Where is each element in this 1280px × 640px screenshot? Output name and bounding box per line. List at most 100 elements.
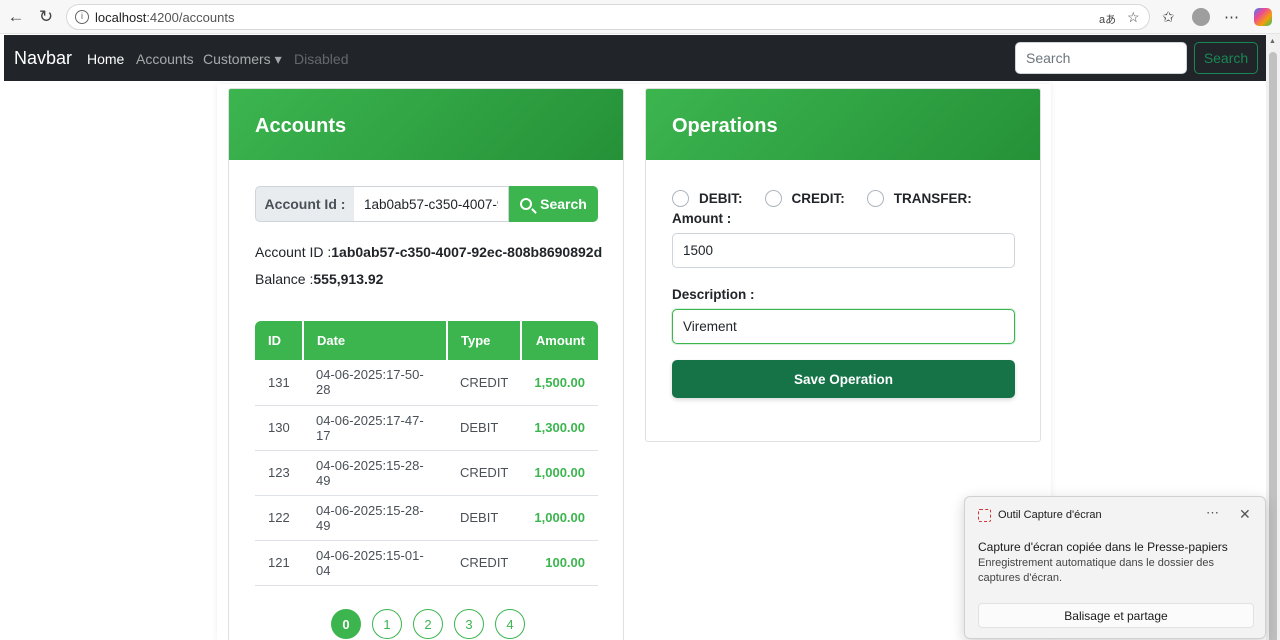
radio-debit-label: DEBIT: bbox=[699, 190, 743, 206]
snipping-tool-icon bbox=[978, 509, 991, 522]
back-icon[interactable]: ← bbox=[6, 7, 26, 27]
browser-toolbar: ← ↻ i localhost:4200/accounts aあ ☆ ✩ ⋯ bbox=[0, 0, 1280, 34]
notification-app-name: Outil Capture d'écran bbox=[998, 509, 1102, 521]
nav-link-home[interactable]: Home bbox=[87, 51, 124, 67]
search-icon bbox=[520, 198, 533, 210]
copilot-icon[interactable] bbox=[1254, 8, 1272, 26]
cell-amount: 1,500.00 bbox=[521, 360, 598, 406]
navbar-search-button[interactable]: Search bbox=[1194, 42, 1258, 74]
cell-type: DEBIT bbox=[446, 405, 522, 451]
cell-amount: 100.00 bbox=[521, 540, 598, 586]
notification-body: Enregistrement automatique dans le dossi… bbox=[978, 557, 1215, 584]
radio-debit[interactable]: DEBIT: bbox=[672, 189, 743, 207]
account-id-info: Account ID :1ab0ab57-c350-4007-92ec-808b… bbox=[255, 244, 602, 260]
cell-id: 130 bbox=[255, 405, 303, 451]
navbar-brand[interactable]: Navbar bbox=[14, 48, 72, 69]
column-header-id: ID bbox=[255, 321, 303, 360]
read-aloud-icon[interactable]: aあ bbox=[1099, 11, 1116, 27]
cell-date: 04-06-2025:17-50-28 bbox=[302, 360, 447, 406]
page-button-1[interactable]: 1 bbox=[372, 609, 402, 639]
cell-type: CREDIT bbox=[446, 450, 522, 496]
profile-avatar-icon[interactable] bbox=[1192, 8, 1210, 26]
nav-link-accounts[interactable]: Accounts bbox=[136, 51, 194, 67]
balance-label: Balance : bbox=[255, 271, 314, 287]
page-button-4[interactable]: 4 bbox=[495, 609, 525, 639]
markup-share-button[interactable]: Balisage et partage bbox=[978, 603, 1254, 628]
amount-label: Amount : bbox=[672, 211, 732, 226]
table-row: 130 04-06-2025:17-47-17 DEBIT 1,300.00 bbox=[255, 405, 598, 451]
url-host: localhost bbox=[95, 10, 147, 25]
account-search-group: Account Id : Search bbox=[255, 186, 598, 222]
column-header-date: Date bbox=[301, 321, 447, 360]
notification-close-icon[interactable]: ✕ bbox=[1239, 506, 1251, 523]
cell-date: 04-06-2025:17-47-17 bbox=[302, 405, 447, 451]
notification-title: Capture d'écran copiée dans le Presse-pa… bbox=[978, 540, 1228, 554]
cell-id: 121 bbox=[255, 540, 303, 586]
address-bar[interactable]: i localhost:4200/accounts aあ ☆ bbox=[66, 4, 1150, 30]
customers-label: Customers bbox=[203, 51, 271, 67]
navbar-search-input[interactable] bbox=[1015, 42, 1187, 74]
scroll-thumb[interactable] bbox=[1269, 52, 1277, 640]
url-path: :4200/accounts bbox=[146, 10, 235, 25]
reload-icon[interactable]: ↻ bbox=[36, 7, 56, 27]
table-row: 122 04-06-2025:15-28-49 DEBIT 1,000.00 bbox=[255, 495, 598, 541]
account-id-info-label: Account ID : bbox=[255, 244, 332, 260]
favorite-star-icon[interactable]: ☆ bbox=[1127, 9, 1140, 26]
amount-input[interactable] bbox=[672, 233, 1015, 268]
account-search-label: Search bbox=[540, 196, 587, 212]
table-row: 123 04-06-2025:15-28-49 CREDIT 1,000.00 bbox=[255, 450, 598, 496]
cell-date: 04-06-2025:15-28-49 bbox=[302, 495, 447, 541]
notification-more-icon[interactable]: ⋯ bbox=[1206, 505, 1219, 521]
radio-credit-label: CREDIT: bbox=[791, 190, 845, 206]
operations-table: ID Date Type Amount 131 04-06-2025:17-50… bbox=[255, 321, 598, 586]
radio-transfer-label: TRANSFER: bbox=[893, 190, 972, 206]
cell-date: 04-06-2025:15-28-49 bbox=[302, 450, 447, 496]
pagination: 0 1 2 3 4 bbox=[331, 609, 525, 639]
cell-amount: 1,000.00 bbox=[521, 450, 598, 496]
page-button-0[interactable]: 0 bbox=[331, 609, 361, 639]
table-row: 121 04-06-2025:15-01-04 CREDIT 100.00 bbox=[255, 540, 598, 586]
column-header-amount: Amount bbox=[520, 321, 598, 360]
page-button-3[interactable]: 3 bbox=[454, 609, 484, 639]
cell-amount: 1,000.00 bbox=[521, 495, 598, 541]
site-info-icon[interactable]: i bbox=[75, 10, 89, 24]
operation-type-group: DEBIT: CREDIT: TRANSFER: bbox=[672, 189, 994, 207]
balance-info: Balance :555,913.92 bbox=[255, 271, 383, 287]
favorites-icon[interactable]: ✩ bbox=[1162, 8, 1175, 26]
radio-transfer-circle[interactable] bbox=[866, 189, 884, 207]
cell-date: 04-06-2025:15-01-04 bbox=[302, 540, 447, 586]
description-input[interactable] bbox=[672, 309, 1015, 344]
radio-credit-circle[interactable] bbox=[764, 189, 782, 207]
cell-type: CREDIT bbox=[446, 360, 522, 406]
radio-transfer[interactable]: TRANSFER: bbox=[866, 189, 972, 207]
cell-type: DEBIT bbox=[446, 495, 522, 541]
navbar: Navbar Home Accounts Customers ▾ Disable… bbox=[4, 35, 1266, 81]
account-id-label: Account Id : bbox=[255, 186, 355, 222]
cell-id: 123 bbox=[255, 450, 303, 496]
table-header-row: ID Date Type Amount bbox=[255, 321, 598, 360]
cell-id: 122 bbox=[255, 495, 303, 541]
scroll-up-arrow-icon[interactable]: ▲ bbox=[1269, 38, 1276, 45]
cell-type: CREDIT bbox=[446, 540, 522, 586]
account-id-input[interactable] bbox=[354, 186, 509, 222]
page-scrollbar[interactable]: ▲ bbox=[1266, 34, 1280, 640]
accounts-card-title: Accounts bbox=[229, 89, 623, 160]
account-id-info-value: 1ab0ab57-c350-4007-92ec-808b8690892d bbox=[331, 244, 603, 260]
radio-credit[interactable]: CREDIT: bbox=[764, 189, 845, 207]
nav-link-customers[interactable]: Customers ▾ bbox=[203, 51, 282, 68]
chevron-down-icon: ▾ bbox=[274, 51, 282, 67]
operations-card: Operations DEBIT: CREDIT: TRANSFER: Amou… bbox=[645, 88, 1041, 442]
save-operation-button[interactable]: Save Operation bbox=[672, 360, 1015, 398]
accounts-card: Accounts Account Id : Search Account ID … bbox=[228, 88, 624, 640]
nav-link-disabled: Disabled bbox=[294, 51, 349, 67]
browser-menu-icon[interactable]: ⋯ bbox=[1224, 8, 1239, 26]
table-row: 131 04-06-2025:17-50-28 CREDIT 1,500.00 bbox=[255, 360, 598, 406]
column-header-type: Type bbox=[445, 321, 522, 360]
account-search-button[interactable]: Search bbox=[509, 186, 598, 222]
operations-card-title: Operations bbox=[646, 89, 1040, 160]
radio-debit-circle[interactable] bbox=[672, 189, 689, 207]
description-label: Description : bbox=[672, 287, 755, 302]
screenshot-notification: Outil Capture d'écran ⋯ ✕ Capture d'écra… bbox=[964, 496, 1266, 639]
page-button-2[interactable]: 2 bbox=[413, 609, 443, 639]
balance-value: 555,913.92 bbox=[313, 271, 384, 287]
